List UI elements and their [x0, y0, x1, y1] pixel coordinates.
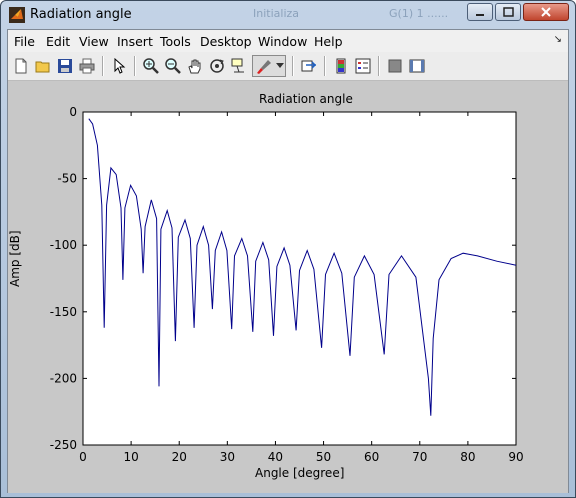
- rotate-3d-icon: [210, 59, 224, 73]
- pan-button[interactable]: [184, 55, 206, 77]
- menu-tools[interactable]: Tools: [160, 34, 191, 49]
- x-tick-label: 20: [172, 450, 187, 464]
- folder-icon: [35, 61, 50, 73]
- x-tick-label: 30: [220, 450, 235, 464]
- close-icon: [541, 7, 551, 17]
- legend-icon: [355, 58, 371, 74]
- figure-toolbar: [8, 52, 568, 81]
- data-cursor-button[interactable]: [228, 55, 250, 77]
- insert-colorbar-button[interactable]: [330, 55, 352, 77]
- dropdown-arrow-icon: [276, 63, 284, 68]
- y-axis-label: Amp [dB]: [8, 230, 22, 287]
- print-figure-button[interactable]: [76, 55, 98, 77]
- x-tick-label: 50: [316, 450, 331, 464]
- hide-plot-tools-button[interactable]: [384, 55, 406, 77]
- y-tick-label: -250: [50, 438, 77, 452]
- menu-insert[interactable]: Insert: [117, 34, 153, 49]
- maximize-button[interactable]: [495, 3, 521, 21]
- colorbar-icon: [336, 58, 346, 74]
- x-tick-label: 70: [412, 450, 427, 464]
- figure-client-area: File Edit View Insert Tools Desktop Wind…: [7, 29, 569, 493]
- dock-arrow-icon[interactable]: ↘: [554, 34, 562, 45]
- y-tick-label: 0: [69, 105, 77, 119]
- y-tick-label: -100: [50, 238, 77, 252]
- save-figure-button[interactable]: [54, 55, 76, 77]
- open-file-button[interactable]: [32, 55, 54, 77]
- zoom-in-button[interactable]: [140, 55, 162, 77]
- menu-view[interactable]: View: [79, 34, 109, 49]
- minimize-icon: [476, 14, 484, 16]
- link-plot-icon: [301, 60, 317, 72]
- x-tick-label: 0: [79, 450, 87, 464]
- x-tick-label: 60: [364, 450, 379, 464]
- toolbar-separator: [324, 56, 326, 76]
- rotate-3d-button[interactable]: [206, 55, 228, 77]
- toolbar-separator: [292, 56, 294, 76]
- toolbar-separator: [102, 56, 104, 76]
- edit-plot-button[interactable]: [108, 55, 130, 77]
- menu-help[interactable]: Help: [314, 34, 343, 49]
- hand-pan-icon: [188, 59, 201, 74]
- matlab-logo-icon: [9, 7, 25, 23]
- save-disk-icon: [58, 59, 72, 73]
- printer-icon: [79, 58, 95, 74]
- background-window-title: Initializa: [253, 7, 300, 20]
- menu-edit[interactable]: Edit: [46, 34, 70, 49]
- insert-legend-button[interactable]: [352, 55, 374, 77]
- close-button[interactable]: [523, 3, 569, 21]
- toolbar-separator: [378, 56, 380, 76]
- menu-file[interactable]: File: [14, 34, 35, 49]
- x-axis-label: Angle [degree]: [255, 466, 345, 480]
- matlab-figure-window: Radiation angle Initializa G(1) 1 ......…: [0, 0, 576, 498]
- x-tick-label: 90: [508, 450, 523, 464]
- window-title: Radiation angle: [30, 7, 132, 22]
- data-cursor-icon: [231, 58, 244, 73]
- new-file-icon: [15, 58, 27, 74]
- figure-canvas: Radiation angle 0 10 20 30 40 50 60 70 80 90 0 -50-…: [8, 81, 568, 493]
- y-tick-label: -200: [50, 371, 77, 385]
- x-tick-label: 10: [123, 450, 138, 464]
- zoom-out-icon: [165, 58, 181, 74]
- show-plot-tools-button[interactable]: [406, 55, 428, 77]
- menu-window[interactable]: Window: [258, 34, 307, 49]
- menu-bar: File Edit View Insert Tools Desktop Wind…: [8, 30, 568, 52]
- zoom-in-icon: [143, 58, 159, 74]
- background-window-title: G(1) 1 ......: [389, 7, 449, 20]
- y-tick-label: -150: [50, 305, 77, 319]
- zoom-out-button[interactable]: [162, 55, 184, 77]
- brush-icon: [257, 60, 271, 74]
- x-tick-label: 40: [268, 450, 283, 464]
- new-figure-button[interactable]: [10, 55, 32, 77]
- x-tick-label: 80: [460, 450, 475, 464]
- maximize-icon: [503, 7, 514, 17]
- radiation-angle-chart: 0 10 20 30 40 50 60 70 80 90 0 -50 -100 -150 -200 -250: [50, 105, 524, 464]
- menu-desktop[interactable]: Desktop: [200, 34, 252, 49]
- minimize-button[interactable]: [467, 3, 493, 21]
- hide-plot-tools-icon: [388, 59, 402, 73]
- title-bar[interactable]: Radiation angle Initializa G(1) 1 ......: [1, 1, 575, 29]
- pointer-arrow-icon: [114, 58, 126, 74]
- y-tick-label: -50: [57, 172, 77, 186]
- link-plot-button[interactable]: [298, 55, 320, 77]
- brush-button[interactable]: [252, 55, 286, 77]
- toolbar-separator: [134, 56, 136, 76]
- show-plot-tools-icon: [409, 59, 425, 73]
